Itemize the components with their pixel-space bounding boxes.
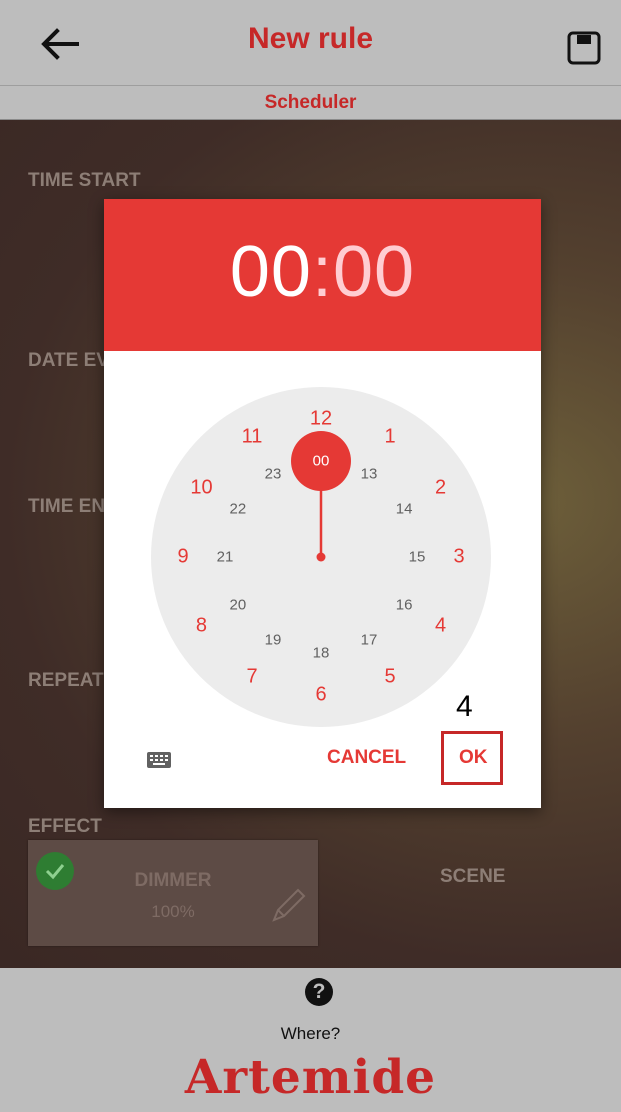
- hour-13[interactable]: 13: [361, 465, 378, 482]
- question-circle-icon[interactable]: ?: [305, 978, 333, 1006]
- keyboard-icon[interactable]: [146, 751, 172, 769]
- hour-10[interactable]: 10: [190, 477, 212, 500]
- time-end-label: TIME EN: [28, 496, 106, 517]
- hour-18[interactable]: 18: [313, 645, 330, 662]
- hours-display[interactable]: 00: [230, 232, 312, 312]
- time-separator: :: [311, 232, 333, 312]
- hour-8[interactable]: 8: [196, 615, 207, 638]
- clock-hand: [291, 431, 351, 562]
- hour-12[interactable]: 12: [310, 408, 332, 431]
- hour-4[interactable]: 4: [435, 615, 446, 638]
- hour-22[interactable]: 22: [230, 501, 247, 518]
- hour-1[interactable]: 1: [384, 426, 395, 449]
- dimmer-option[interactable]: DIMMER 100%: [28, 840, 318, 946]
- minutes-display[interactable]: 00: [333, 232, 415, 312]
- step-annotation-number: 4: [456, 690, 473, 723]
- scene-option[interactable]: SCENE: [440, 866, 505, 888]
- hour-9[interactable]: 9: [177, 546, 188, 569]
- page-title: New rule: [247, 22, 374, 55]
- footer: ? Where? Artemide: [0, 968, 621, 1112]
- hour-7[interactable]: 7: [246, 665, 257, 688]
- date-label: DATE EV: [28, 350, 109, 371]
- hour-11[interactable]: 11: [242, 426, 263, 449]
- hour-20[interactable]: 20: [230, 597, 247, 614]
- clock-face[interactable]: 12 1 2 3 4 5 6 7 8 9 10 11 00 13 14 15 16 17 18 19 20 21 22 23: [151, 387, 491, 727]
- hour-2[interactable]: 2: [435, 477, 446, 500]
- step-annotation-box: [441, 731, 503, 785]
- time-display: 00:00: [104, 231, 541, 313]
- hour-14[interactable]: 14: [396, 501, 413, 518]
- hour-23[interactable]: 23: [265, 465, 282, 482]
- pencil-icon[interactable]: [268, 886, 308, 926]
- cancel-button[interactable]: CANCEL: [327, 747, 406, 769]
- app-header: New rule: [0, 0, 621, 86]
- repeat-label: REPEAT: [28, 670, 104, 691]
- hour-00[interactable]: 00: [313, 453, 330, 470]
- hour-5[interactable]: 5: [384, 665, 395, 688]
- effect-label: EFFECT: [28, 816, 102, 837]
- save-button[interactable]: [566, 30, 602, 66]
- section-subtitle: Scheduler: [0, 86, 621, 120]
- hour-19[interactable]: 19: [265, 632, 282, 649]
- hour-17[interactable]: 17: [361, 632, 378, 649]
- time-picker-header: 00:00: [104, 199, 541, 351]
- where-link[interactable]: Where?: [0, 1024, 621, 1044]
- hour-3[interactable]: 3: [453, 546, 464, 569]
- hour-15[interactable]: 15: [409, 549, 426, 566]
- floppy-disk-icon: [567, 31, 601, 65]
- time-start-label: TIME START: [28, 170, 141, 191]
- hour-6[interactable]: 6: [315, 684, 326, 707]
- hour-21[interactable]: 21: [217, 549, 234, 566]
- time-picker-dialog: 00:00 12 1 2 3 4 5 6 7 8 9 10 11 00 13 14 15 16 17 18 19 20 2…: [104, 199, 541, 808]
- hour-16[interactable]: 16: [396, 597, 413, 614]
- artemide-logo: Artemide: [184, 1050, 437, 1105]
